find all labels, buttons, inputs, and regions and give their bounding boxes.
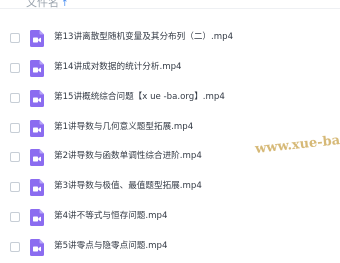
row-checkbox[interactable] xyxy=(10,122,20,133)
file-list-header: 文件名 ↑ xyxy=(0,0,340,9)
file-name[interactable]: 第13讲离散型随机变量及其分布列（二）.mp4 xyxy=(54,31,233,44)
file-list: 第13讲离散型随机变量及其分布列（二）.mp4 第14讲成对数据的统计分析.mp… xyxy=(0,24,340,263)
file-name[interactable]: 第14讲成对数据的统计分析.mp4 xyxy=(54,61,182,74)
file-row[interactable]: 第4讲不等式与恒存问题.mp4 xyxy=(0,203,340,233)
row-checkbox[interactable] xyxy=(10,212,20,223)
file-row[interactable]: 第14讲成对数据的统计分析.mp4 xyxy=(0,54,340,84)
video-file-icon xyxy=(30,89,44,107)
file-row[interactable]: 第2讲导数与函数单调性综合进阶.mp4 xyxy=(0,143,340,173)
video-file-icon xyxy=(30,149,44,167)
file-name[interactable]: 第1讲导数与几何意义题型拓展.mp4 xyxy=(54,121,193,134)
video-file-icon xyxy=(30,59,44,77)
file-row[interactable]: 第1讲导数与几何意义题型拓展.mp4 xyxy=(0,114,340,144)
video-file-icon xyxy=(30,209,44,227)
file-name[interactable]: 第15讲概统综合问题【x ue -ba.org】.mp4 xyxy=(54,91,225,104)
file-row[interactable]: 第13讲离散型随机变量及其分布列（二）.mp4 xyxy=(0,24,340,54)
row-checkbox[interactable] xyxy=(10,62,20,73)
row-checkbox[interactable] xyxy=(10,92,20,103)
file-name[interactable]: 第4讲不等式与恒存问题.mp4 xyxy=(54,210,167,223)
row-checkbox[interactable] xyxy=(10,182,20,193)
row-checkbox[interactable] xyxy=(10,33,20,43)
header-divider xyxy=(0,8,340,9)
row-checkbox[interactable] xyxy=(10,241,20,252)
file-name[interactable]: 第5讲零点与隐零点问题.mp4 xyxy=(54,240,167,253)
file-row[interactable]: 第5讲零点与隐零点问题.mp4 xyxy=(0,233,340,263)
video-file-icon xyxy=(30,179,44,197)
file-name[interactable]: 第3讲导数与极值、最值题型拓展.mp4 xyxy=(54,180,202,193)
video-file-icon xyxy=(30,119,44,137)
file-name[interactable]: 第2讲导数与函数单调性综合进阶.mp4 xyxy=(54,150,202,163)
video-file-icon xyxy=(30,30,44,47)
file-row[interactable]: 第15讲概统综合问题【x ue -ba.org】.mp4 xyxy=(0,84,340,114)
file-row[interactable]: 第3讲导数与极值、最值题型拓展.mp4 xyxy=(0,173,340,203)
row-checkbox[interactable] xyxy=(10,152,20,163)
video-file-icon xyxy=(30,238,44,256)
